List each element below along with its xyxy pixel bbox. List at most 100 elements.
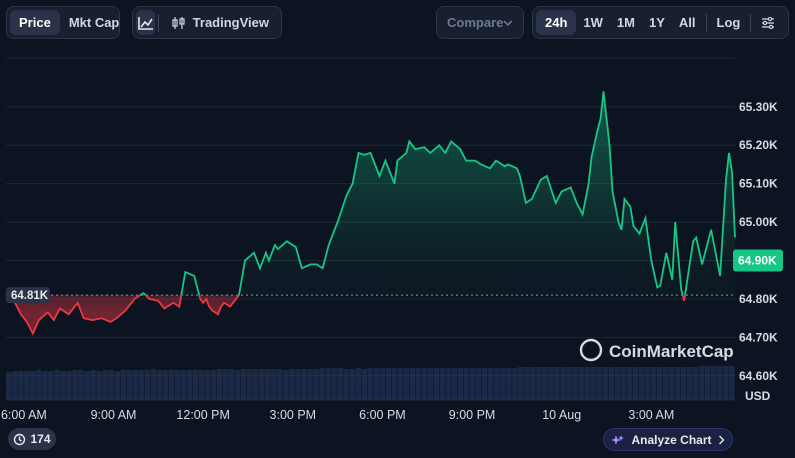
volume-bar <box>698 366 705 400</box>
volume-bar <box>24 371 30 400</box>
volume-bar <box>355 368 361 400</box>
volume-bar <box>265 369 271 400</box>
price-chart[interactable]: CoinMarketCap 65.30K 65.20K 65.10K 65.00K 64… <box>0 0 795 428</box>
volume-bar <box>463 368 470 400</box>
volume-bar <box>337 368 343 400</box>
volume-bar <box>427 368 434 400</box>
y-tick-label: 65.20K <box>739 138 778 152</box>
volume-bar <box>397 368 404 400</box>
volume-bar <box>72 370 78 400</box>
current-price-badge: 64.90K <box>733 249 783 272</box>
x-axis: 6:00 AM 9:00 AM 12:00 PM 3:00 PM 6:00 PM 9:00… <box>1 408 674 422</box>
volume-bar <box>686 367 693 400</box>
volume-bar <box>391 368 398 400</box>
watermark-text: CoinMarketCap <box>609 342 734 361</box>
volume-bar <box>475 368 482 400</box>
volume-bar <box>289 369 295 400</box>
volume-bar <box>445 368 452 400</box>
volume-bar <box>90 370 96 400</box>
volume-bar <box>343 369 349 400</box>
volume-bar <box>120 370 126 400</box>
volume-bar <box>548 367 554 400</box>
volume-bar <box>222 369 229 400</box>
volume-bar <box>415 368 422 400</box>
volume-bar <box>433 368 440 400</box>
volume-bar <box>253 369 259 400</box>
volume-bar <box>536 367 542 400</box>
volume-bar <box>542 367 548 400</box>
volume-bar <box>283 370 289 400</box>
x-tick-label: 3:00 AM <box>628 408 674 422</box>
volume-bar <box>518 367 524 400</box>
volume-bar <box>626 367 633 400</box>
volume-bar <box>150 369 157 400</box>
chevron-right-icon <box>718 435 725 444</box>
volume-bar <box>524 367 530 400</box>
volume-bar <box>144 370 151 400</box>
volume-bar <box>668 367 675 400</box>
volume-bar <box>12 371 18 400</box>
volume-bar <box>307 369 313 400</box>
volume-bar <box>403 368 410 400</box>
open-price-label: 64.81K <box>11 290 49 302</box>
volume-bar <box>506 368 512 400</box>
volume-bar <box>596 367 602 400</box>
volume-bar <box>620 367 627 400</box>
volume-bar <box>656 367 663 400</box>
volume-bar <box>277 369 283 400</box>
volume-bar <box>560 367 566 400</box>
volume-bar <box>319 368 325 400</box>
volume-bar <box>30 371 36 400</box>
volume-bar <box>138 370 145 400</box>
x-tick-label: 9:00 PM <box>449 408 496 422</box>
volume-bar <box>584 367 590 400</box>
y-tick-label: 65.30K <box>739 100 778 114</box>
current-price-label: 64.90K <box>738 254 777 268</box>
volume-bar <box>42 371 48 400</box>
volume-bar <box>259 369 265 400</box>
volume-bar <box>162 370 169 400</box>
volume-bar <box>186 370 193 400</box>
y-axis: 65.30K 65.20K 65.10K 65.00K 64.90K 64.80K 64.7… <box>739 100 778 383</box>
analyze-chart-label: Analyze Chart <box>631 432 712 447</box>
volume-bar <box>457 368 464 400</box>
y-axis-unit: USD <box>745 389 771 403</box>
volume-bar <box>704 366 711 400</box>
volume-bar <box>313 369 319 400</box>
volume-bar <box>246 369 253 400</box>
y-tick-label: 64.60K <box>739 369 778 383</box>
volume-bar <box>204 370 211 400</box>
volume-bar <box>602 367 608 400</box>
volume-bar <box>710 366 717 400</box>
volume-bar <box>216 369 223 400</box>
volume-bar <box>638 367 645 400</box>
x-tick-label: 9:00 AM <box>91 408 137 422</box>
volume-bar <box>512 368 518 400</box>
x-tick-label: 10 Aug <box>542 408 581 422</box>
analyze-chart-button[interactable]: Analyze Chart <box>603 428 733 451</box>
volume-bar <box>409 368 416 400</box>
volume-bar <box>168 370 175 400</box>
volume-bar <box>349 369 355 400</box>
volume-bar <box>180 370 187 400</box>
history-badge[interactable]: 174 <box>8 428 56 450</box>
volume-bar <box>271 369 277 400</box>
volume-bar <box>66 371 72 400</box>
volume-bar <box>108 370 114 400</box>
history-count: 174 <box>30 432 51 446</box>
volume-bar <box>644 367 651 400</box>
volume-bar <box>295 369 301 400</box>
volume-bar <box>240 369 247 400</box>
volume-bar <box>385 368 392 400</box>
volume-bar <box>500 368 506 400</box>
volume-bar <box>590 367 596 400</box>
volume-bar <box>614 367 621 400</box>
volume-bar <box>301 369 307 400</box>
volume-bar <box>692 367 699 400</box>
volume-bar <box>18 371 24 400</box>
x-tick-label: 3:00 PM <box>270 408 317 422</box>
volume-bar <box>96 371 102 400</box>
volume-bar <box>325 368 331 400</box>
volume-bar <box>234 370 241 400</box>
volume-bar <box>6 372 12 400</box>
